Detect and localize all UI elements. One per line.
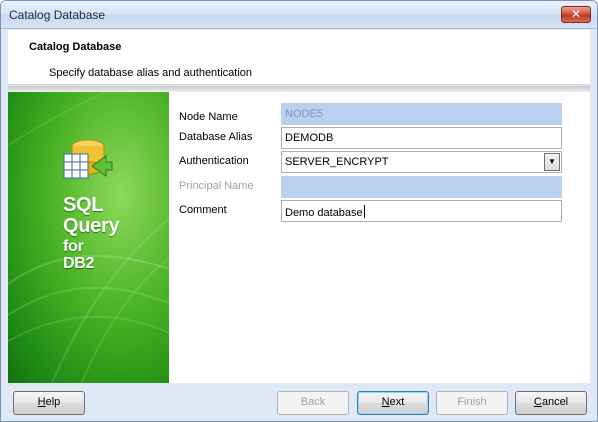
node-name-label: Node Name [179, 111, 238, 123]
cancel-button[interactable]: Cancel [515, 391, 587, 415]
finish-label: Finish [457, 396, 487, 408]
next-hotkey: N [381, 396, 390, 408]
node-name-field: NODE5 [281, 103, 562, 125]
principal-name-label: Principal Name [179, 180, 254, 192]
wizard-header: Catalog Database Specify database alias … [8, 30, 590, 85]
cancel-label-rest: ancel [541, 396, 569, 408]
help-button[interactable]: Help [13, 391, 85, 415]
title-bar[interactable]: Catalog Database ✕ [1, 1, 597, 29]
brand-line-query: Query [63, 215, 120, 237]
database-alias-field[interactable]: DEMODB [281, 127, 562, 149]
text-caret [363, 205, 365, 218]
comment-label: Comment [179, 204, 227, 216]
database-alias-value: DEMODB [285, 132, 334, 144]
close-icon: ✕ [570, 7, 582, 21]
page-subtitle: Specify database alias and authenticatio… [49, 67, 253, 79]
cancel-hotkey: C [533, 396, 542, 408]
database-icon [63, 139, 113, 179]
product-banner: SQL Query for DB2 [8, 92, 169, 383]
finish-button[interactable]: Finish [436, 391, 508, 415]
brand-line-sql: SQL [63, 194, 104, 216]
help-hotkey: H [37, 396, 46, 408]
node-name-value: NODE5 [285, 108, 323, 120]
authentication-value: SERVER_ENCRYPT [285, 156, 389, 168]
help-label-rest: elp [45, 396, 61, 408]
chevron-down-icon[interactable]: ▼ [544, 153, 560, 171]
principal-name-field [281, 176, 562, 198]
back-button[interactable]: Back [277, 391, 349, 415]
close-button[interactable]: ✕ [561, 6, 591, 23]
authentication-select[interactable]: SERVER_ENCRYPT ▼ [281, 151, 562, 173]
authentication-label: Authentication [179, 155, 249, 167]
comment-field[interactable]: Demo database [281, 200, 562, 222]
brand-line-for: for [63, 238, 84, 255]
catalog-database-dialog: Catalog Database ✕ Catalog Database Spec… [0, 0, 598, 422]
page-title: Catalog Database [29, 41, 122, 53]
comment-value: Demo database [285, 207, 363, 219]
next-button[interactable]: Next [357, 391, 429, 415]
database-alias-label: Database Alias [179, 131, 253, 143]
back-label: Back [300, 396, 326, 408]
wizard-content: SQL Query for DB2 Node Name NODE5 Databa… [8, 92, 590, 383]
window-title: Catalog Database [9, 8, 106, 22]
next-label-rest: ext [389, 396, 405, 408]
brand-line-db2: DB2 [63, 255, 95, 272]
